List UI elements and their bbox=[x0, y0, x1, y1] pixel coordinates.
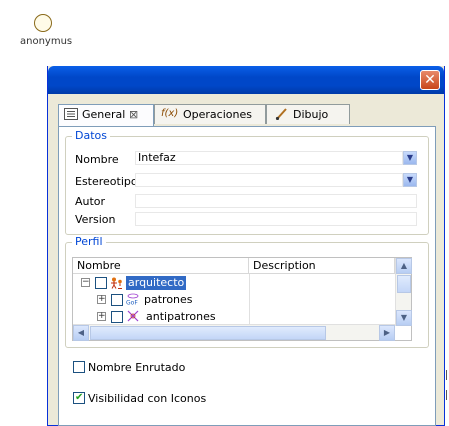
version-label: Version bbox=[75, 213, 116, 226]
visibilidad-iconos-checkbox[interactable]: ✔ bbox=[73, 392, 85, 404]
visibilidad-iconos-label: Visibilidad con Iconos bbox=[88, 392, 207, 405]
actor-figure[interactable]: anonymus bbox=[20, 12, 80, 52]
nombre-enrutado-checkbox[interactable] bbox=[73, 361, 85, 373]
tab-general-label: General bbox=[82, 108, 126, 121]
table-row[interactable]: + GoF patrones bbox=[73, 292, 395, 308]
dialog-titlebar[interactable]: ✕ bbox=[48, 66, 444, 94]
scroll-up-icon[interactable]: ▲ bbox=[396, 258, 412, 274]
scroll-right-icon[interactable]: ▶ bbox=[379, 325, 395, 341]
tab-dibujo-label: Dibujo bbox=[293, 108, 329, 121]
collapse-icon[interactable]: − bbox=[81, 278, 90, 287]
datos-group-title: Datos bbox=[72, 129, 110, 142]
horizontal-scrollbar[interactable]: ◀ ▶ bbox=[73, 324, 395, 341]
table-row[interactable]: + antipatrones bbox=[73, 309, 395, 325]
close-button[interactable]: ✕ bbox=[420, 70, 440, 90]
vertical-scrollbar[interactable]: ▲ ▼ bbox=[395, 258, 412, 326]
row-checkbox[interactable] bbox=[111, 311, 123, 323]
expand-icon[interactable]: + bbox=[97, 312, 106, 321]
canvas-edge-mark bbox=[446, 370, 447, 380]
svg-text:GoF: GoF bbox=[126, 300, 138, 306]
horizontal-scroll-thumb[interactable] bbox=[90, 326, 326, 340]
tab-general[interactable]: General ⊠ bbox=[58, 104, 154, 126]
estereotipo-combo[interactable] bbox=[135, 173, 403, 187]
antipattern-icon bbox=[127, 310, 139, 322]
general-panel: Datos Nombre Intefaz ▼ Estereotipo ▼ Aut… bbox=[58, 126, 436, 426]
gof-icon: GoF bbox=[126, 293, 139, 306]
tab-operaciones[interactable]: f(x) Operaciones bbox=[154, 104, 266, 124]
table-row[interactable]: − arquitecto bbox=[73, 275, 395, 291]
tab-close-icon[interactable]: ⊠ bbox=[129, 106, 138, 124]
nombre-label: Nombre bbox=[75, 153, 119, 166]
datos-group: Datos Nombre Intefaz ▼ Estereotipo ▼ Aut… bbox=[65, 129, 429, 235]
perfil-group: Perfil Nombre Description − arquitecto +… bbox=[65, 235, 429, 348]
perfil-table: Nombre Description − arquitecto + GoF pa… bbox=[72, 257, 412, 341]
checkmark-icon: ✔ bbox=[75, 392, 84, 403]
perfil-group-title: Perfil bbox=[72, 235, 106, 248]
actor-label: anonymus bbox=[20, 36, 73, 47]
row-checkbox[interactable] bbox=[95, 277, 107, 289]
chevron-down-icon[interactable]: ▼ bbox=[403, 151, 417, 165]
nombre-combo[interactable]: Intefaz bbox=[135, 151, 403, 165]
version-field[interactable] bbox=[135, 212, 417, 226]
vertical-scroll-thumb[interactable] bbox=[397, 275, 411, 293]
tree-node-label[interactable]: patrones bbox=[142, 293, 195, 307]
expand-icon[interactable]: + bbox=[97, 295, 106, 304]
canvas-edge-mark bbox=[446, 390, 447, 400]
properties-dialog: ✕ General ⊠ f(x) Operaciones Dibujo Dato… bbox=[47, 66, 445, 426]
nombre-enrutado-label: Nombre Enrutado bbox=[88, 361, 186, 374]
column-header-description[interactable]: Description bbox=[249, 258, 395, 274]
actor-group-icon bbox=[111, 277, 122, 289]
properties-icon bbox=[64, 108, 78, 120]
scroll-left-icon[interactable]: ◀ bbox=[73, 325, 89, 341]
row-checkbox[interactable] bbox=[111, 294, 123, 306]
scroll-down-icon[interactable]: ▼ bbox=[396, 310, 412, 326]
tab-dibujo[interactable]: Dibujo bbox=[266, 104, 350, 124]
brush-icon bbox=[275, 108, 287, 120]
estereotipo-label: Estereotipo bbox=[75, 175, 138, 188]
tree-node-label[interactable]: antipatrones bbox=[144, 310, 218, 324]
autor-label: Autor bbox=[75, 195, 106, 208]
column-header-nombre[interactable]: Nombre bbox=[73, 258, 249, 274]
chevron-down-icon[interactable]: ▼ bbox=[403, 173, 417, 187]
autor-field[interactable] bbox=[135, 194, 417, 208]
tab-operaciones-label: Operaciones bbox=[183, 108, 252, 121]
function-icon: f(x) bbox=[161, 108, 179, 119]
tree-node-label[interactable]: arquitecto bbox=[126, 276, 187, 290]
actor-head-icon bbox=[34, 14, 52, 32]
tab-bar: General ⊠ f(x) Operaciones Dibujo bbox=[58, 104, 436, 126]
